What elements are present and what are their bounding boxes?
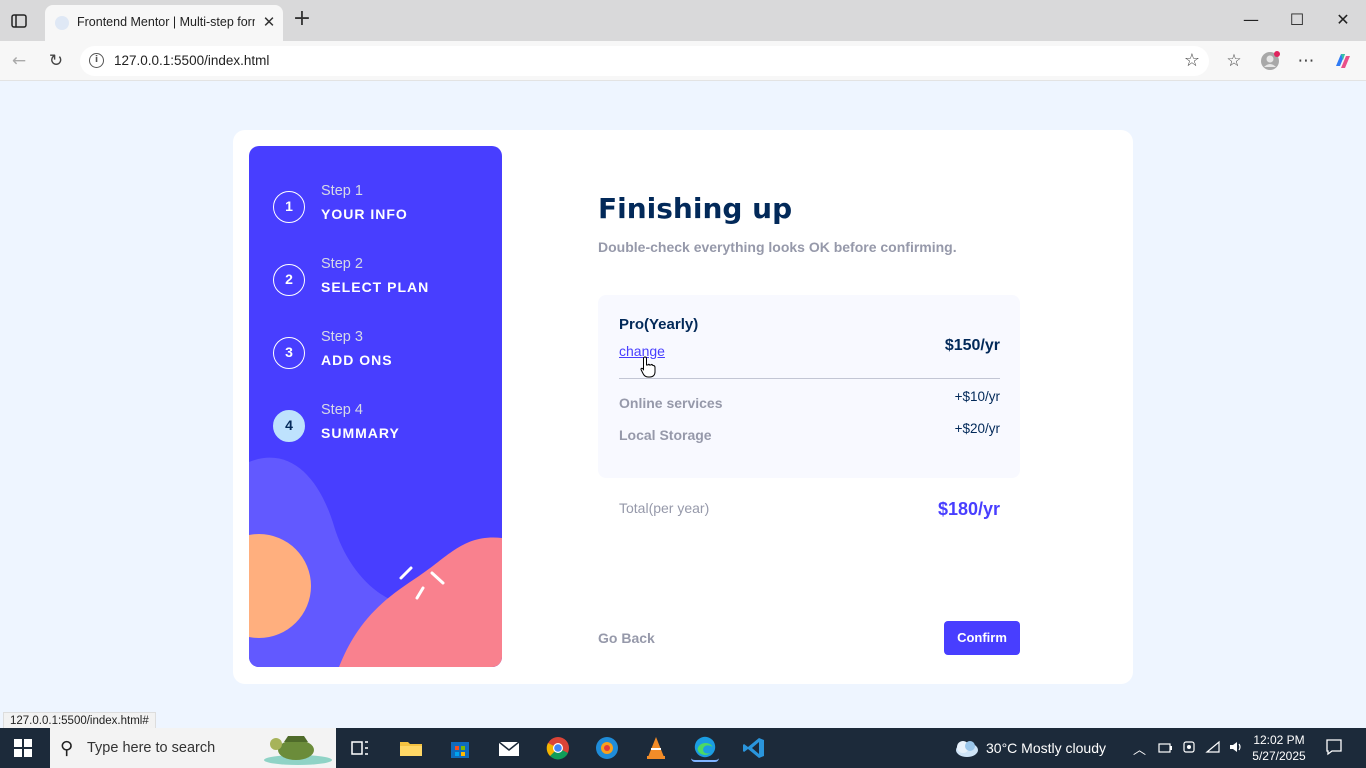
file-explorer-icon[interactable] [397, 734, 425, 762]
task-view-icon[interactable] [346, 734, 374, 762]
windows-start-icon[interactable] [14, 739, 32, 757]
chrome-icon[interactable] [544, 734, 572, 762]
battery-icon[interactable] [1157, 739, 1173, 755]
step-number: 3 [273, 337, 305, 369]
clock-date: 5/27/2025 [1252, 749, 1306, 763]
cloud-weather-icon[interactable] [953, 737, 979, 759]
sidebar-step-1: 1 Step 1 YOUR INFO [273, 183, 493, 235]
device-icon[interactable] [1181, 739, 1197, 755]
favorite-star-icon[interactable]: ☆ [1184, 50, 1200, 71]
show-hidden-icons-icon[interactable]: ︿ [1133, 739, 1146, 758]
step-number-active: 4 [273, 410, 305, 442]
system-clock[interactable]: 12:02 PM 5/27/2025 [1248, 732, 1310, 764]
tab-title: Frontend Mentor | Multi-step form [77, 15, 255, 29]
edge-browser-icon[interactable] [691, 734, 719, 762]
notification-icon[interactable] [1325, 738, 1343, 756]
sidebar-step-4: 4 Step 4 SUMMARY [273, 402, 493, 454]
maximize-icon[interactable]: ☐ [1287, 10, 1307, 30]
hand-cursor-icon [640, 356, 656, 378]
step-label: Step 4 [321, 402, 363, 418]
step-title: YOUR INFO [321, 206, 408, 222]
mail-icon[interactable] [495, 734, 523, 762]
browser-tab[interactable]: Frontend Mentor | Multi-step form ✕ [45, 5, 283, 41]
page-subtitle: Double-check everything looks OK before … [598, 239, 957, 255]
copilot-icon[interactable] [1333, 51, 1353, 71]
more-menu-icon[interactable]: ⋯ [1296, 51, 1316, 71]
refresh-icon[interactable]: ↻ [46, 51, 66, 71]
microsoft-store-icon[interactable] [446, 734, 474, 762]
go-back-button[interactable]: Go Back [598, 630, 655, 646]
wifi-icon[interactable] [1205, 739, 1221, 755]
plan-price: $150/yr [944, 337, 1000, 354]
minimize-icon[interactable]: — [1241, 10, 1261, 30]
address-bar[interactable]: i 127.0.0.1:5500/index.html ☆ [80, 46, 1209, 76]
search-icon: ⚲ [60, 738, 74, 759]
step-title: ADD ONS [321, 352, 393, 368]
vscode-icon[interactable] [740, 734, 768, 762]
sidebar-step-2: 2 Step 2 SELECT PLAN [273, 256, 493, 308]
taskbar: ⚲ Type here to search 30°C Mostly cloudy… [0, 728, 1366, 768]
taskbar-search[interactable]: ⚲ Type here to search [50, 728, 336, 768]
profile-avatar-icon[interactable] [1260, 51, 1280, 71]
addon-name: Local Storage [619, 427, 712, 443]
total-label: Total(per year) [619, 500, 710, 516]
steps-sidebar: 1 Step 1 YOUR INFO 2 Step 2 SELECT PLAN … [249, 146, 502, 667]
step-label: Step 1 [321, 183, 363, 199]
back-icon[interactable]: ← [9, 51, 29, 71]
search-highlight-image [264, 736, 332, 765]
search-placeholder[interactable]: Type here to search [87, 740, 215, 756]
summary-box: Pro(Yearly) change $150/yr Online servic… [598, 295, 1020, 478]
confirm-button[interactable]: Confirm [944, 621, 1020, 655]
new-tab-icon[interactable]: + [292, 8, 312, 30]
address-text[interactable]: 127.0.0.1:5500/index.html [114, 53, 269, 68]
step-label: Step 3 [321, 329, 363, 345]
tab-favicon-icon [55, 16, 69, 30]
browser-tab-bar: Frontend Mentor | Multi-step form ✕ + — … [0, 0, 1366, 41]
plan-name: Pro(Yearly) [619, 316, 699, 333]
close-window-icon[interactable]: ✕ [1333, 10, 1353, 30]
summary-divider [619, 378, 1000, 379]
sidebar-step-3: 3 Step 3 ADD ONS [273, 329, 493, 381]
tab-close-icon[interactable]: ✕ [261, 13, 277, 31]
addon-name: Online services [619, 395, 723, 411]
edge-dev-icon[interactable] [593, 734, 621, 762]
clock-time: 12:02 PM [1253, 733, 1305, 747]
site-info-icon[interactable]: i [89, 53, 104, 68]
favorites-icon[interactable]: ☆ [1224, 51, 1244, 71]
step-number: 2 [273, 264, 305, 296]
vlc-icon[interactable] [642, 734, 670, 762]
step-title: SUMMARY [321, 425, 400, 441]
addon-price: +$20/yr [954, 421, 1000, 436]
total-price: $180/yr [937, 499, 1000, 519]
tab-actions-icon[interactable] [10, 12, 28, 30]
addon-price: +$10/yr [954, 389, 1000, 404]
browser-toolbar: ← ↻ i 127.0.0.1:5500/index.html ☆ ☆ ⋯ [0, 41, 1366, 81]
step-label: Step 2 [321, 256, 363, 272]
form-card: 1 Step 1 YOUR INFO 2 Step 2 SELECT PLAN … [233, 130, 1133, 684]
page-title: Finishing up [598, 192, 793, 225]
weather-text[interactable]: 30°C Mostly cloudy [986, 740, 1106, 756]
step-number: 1 [273, 191, 305, 223]
step-title: SELECT PLAN [321, 279, 430, 295]
volume-icon[interactable] [1228, 739, 1244, 755]
